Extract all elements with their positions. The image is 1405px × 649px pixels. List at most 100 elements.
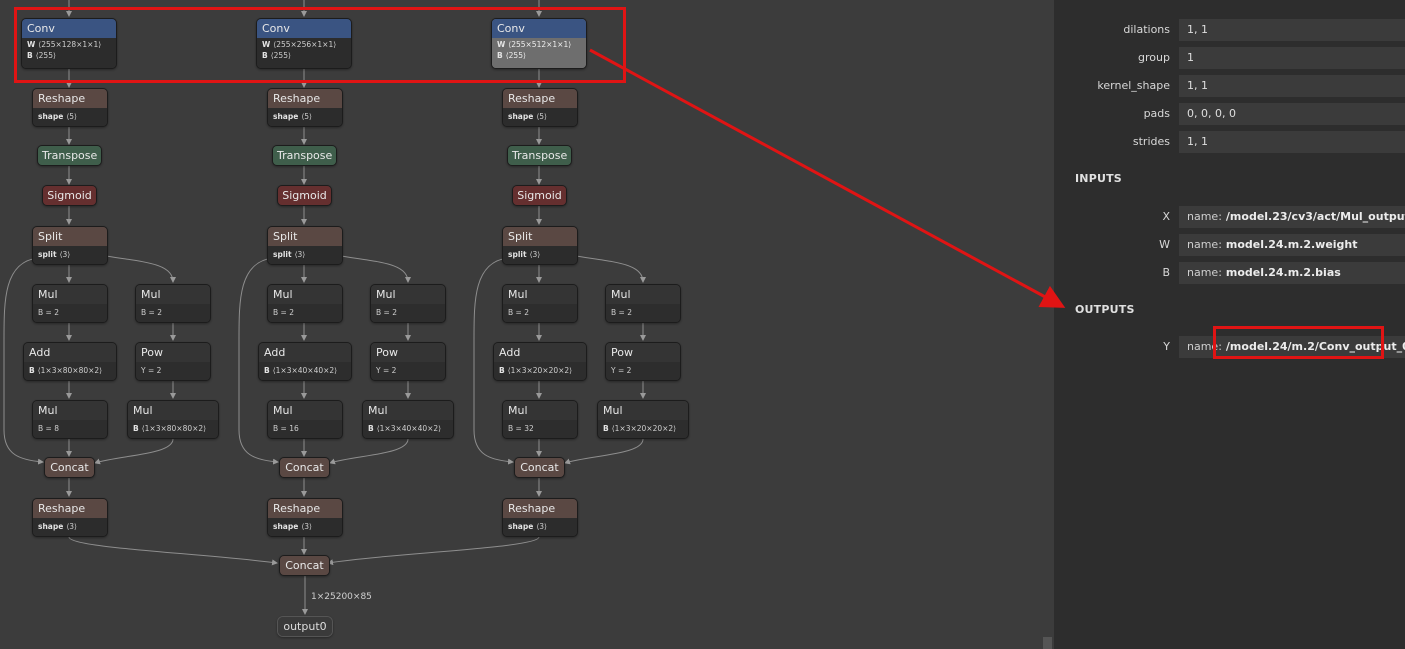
attribute-value[interactable]: 1, 1 <box>1179 75 1405 97</box>
attr-key: B <box>497 51 503 60</box>
mul-node[interactable]: Mul B ⟨1×3×20×20×2⟩ <box>597 400 689 439</box>
reshape-node[interactable]: Reshape shape ⟨3⟩ <box>32 498 108 537</box>
mul-node[interactable]: Mul B = 2 <box>135 284 211 323</box>
attr-key: B <box>264 366 270 375</box>
transpose-node[interactable]: Transpose <box>37 145 102 166</box>
reshape-node[interactable]: Reshape shape ⟨5⟩ <box>502 88 578 127</box>
attr-key: split <box>508 250 527 259</box>
concat-node[interactable]: Concat <box>514 457 565 478</box>
pow-node-attributes: Y = 2 <box>606 362 680 380</box>
mul-node-title: Mul <box>136 285 210 304</box>
pow-node-title: Pow <box>606 343 680 362</box>
add-node-title: Add <box>259 343 351 362</box>
mul-node[interactable]: Mul B ⟨1×3×80×80×2⟩ <box>127 400 219 439</box>
scrollbar-thumb[interactable] <box>1043 637 1052 649</box>
attr-value: ⟨1×3×20×20×2⟩ <box>507 366 573 375</box>
reshape-node[interactable]: Reshape shape ⟨5⟩ <box>32 88 108 127</box>
attribute-value[interactable]: 1 <box>1179 47 1405 69</box>
mul-node[interactable]: Mul B = 32 <box>502 400 578 439</box>
mul-node[interactable]: Mul B = 2 <box>267 284 343 323</box>
mul-node-attr-line: B = 2 <box>38 308 59 317</box>
pow-node[interactable]: Pow Y = 2 <box>370 342 446 381</box>
conv-node[interactable]: Conv W ⟨255×256×1×1⟩ B ⟨255⟩ <box>256 18 352 69</box>
concat-node[interactable]: Concat <box>279 457 330 478</box>
mul-node[interactable]: Mul B = 2 <box>605 284 681 323</box>
split-node[interactable]: Split split ⟨3⟩ <box>502 226 578 265</box>
input-name-value: model.24.m.2.bias <box>1225 266 1341 279</box>
conv-node[interactable]: Conv W ⟨255×512×1×1⟩ B ⟨255⟩ <box>491 18 587 69</box>
mul-node-attributes: B = 2 <box>606 304 680 322</box>
input-row-b: Bname: model.24.m.2.bias <box>1054 262 1405 284</box>
final-concat-node[interactable]: Concat <box>279 555 330 576</box>
reshape-node-attr-line: shape ⟨5⟩ <box>38 111 102 122</box>
reshape-node[interactable]: Reshape shape ⟨3⟩ <box>267 498 343 537</box>
attr-key: W <box>497 40 506 49</box>
reshape-node-attributes: shape ⟨3⟩ <box>33 518 107 536</box>
input-value-box[interactable]: name: model.24.m.2.weight <box>1179 234 1405 256</box>
mul-node[interactable]: Mul B = 2 <box>502 284 578 323</box>
mul-node-attr-line: B ⟨1×3×40×40×2⟩ <box>368 423 448 434</box>
mul-node-attr-line: B = 2 <box>376 308 397 317</box>
mul-node[interactable]: Mul B = 8 <box>32 400 108 439</box>
split-node[interactable]: Split split ⟨3⟩ <box>32 226 108 265</box>
split-node[interactable]: Split split ⟨3⟩ <box>267 226 343 265</box>
attr-value: ⟨255×512×1×1⟩ <box>508 40 572 49</box>
input-value-box[interactable]: name:/model.23/cv3/act/Mul_output_0 <box>1179 206 1405 228</box>
mul-node[interactable]: Mul B = 2 <box>370 284 446 323</box>
mul-node-attr-line: B ⟨1×3×80×80×2⟩ <box>133 423 213 434</box>
transpose-node[interactable]: Transpose <box>507 145 572 166</box>
reshape-node[interactable]: Reshape shape ⟨5⟩ <box>267 88 343 127</box>
attr-value: ⟨3⟩ <box>66 522 77 531</box>
sigmoid-node[interactable]: Sigmoid <box>512 185 567 206</box>
mul-node-attributes: B = 2 <box>33 304 107 322</box>
transpose-node-title: Transpose <box>273 146 336 165</box>
attr-value: ⟨1×3×40×40×2⟩ <box>376 424 442 433</box>
final-concat-node-title: Concat <box>280 556 329 575</box>
add-node[interactable]: Add B ⟨1×3×40×40×2⟩ <box>258 342 352 381</box>
attr-key: shape <box>273 522 299 531</box>
output-key: Y <box>1163 340 1170 353</box>
mul-node[interactable]: Mul B = 2 <box>32 284 108 323</box>
conv-node-attributes: W ⟨255×256×1×1⟩ B ⟨255⟩ <box>257 38 351 68</box>
pow-node[interactable]: Pow Y = 2 <box>605 342 681 381</box>
edge <box>329 438 409 465</box>
output-node[interactable]: output0 <box>277 616 333 637</box>
graph-canvas[interactable]: Conv W ⟨255×128×1×1⟩ B ⟨255⟩ Reshape shape ⟨5⟩ T… <box>0 0 1054 649</box>
output-name-label: name: <box>1187 340 1222 353</box>
mul-node-title: Mul <box>33 285 107 304</box>
mul-node-title: Mul <box>598 401 688 420</box>
attr-value: ⟨1×3×20×20×2⟩ <box>611 424 677 433</box>
mul-node[interactable]: Mul B ⟨1×3×40×40×2⟩ <box>362 400 454 439</box>
attr-key: B <box>603 424 609 433</box>
attribute-value[interactable]: 0, 0, 0, 0 <box>1179 103 1405 125</box>
pow-node-title: Pow <box>136 343 210 362</box>
mul-node[interactable]: Mul B = 16 <box>267 400 343 439</box>
output-value-box[interactable]: name:/model.24/m.2/Conv_output_0 <box>1179 336 1405 358</box>
split-node-title: Split <box>503 227 577 246</box>
split-node-attr-line: split ⟨3⟩ <box>38 249 102 260</box>
pow-node[interactable]: Pow Y = 2 <box>135 342 211 381</box>
reshape-node[interactable]: Reshape shape ⟨3⟩ <box>502 498 578 537</box>
add-node[interactable]: Add B ⟨1×3×80×80×2⟩ <box>23 342 117 381</box>
concat-node[interactable]: Concat <box>44 457 95 478</box>
add-node[interactable]: Add B ⟨1×3×20×20×2⟩ <box>493 342 587 381</box>
mul-node-attributes: B = 2 <box>136 304 210 322</box>
attr-value: ⟨255×256×1×1⟩ <box>273 40 337 49</box>
mul-node-title: Mul <box>33 401 107 420</box>
attribute-value[interactable]: 1, 1 <box>1179 131 1405 153</box>
attr-key: shape <box>38 112 64 121</box>
sigmoid-node[interactable]: Sigmoid <box>277 185 332 206</box>
sigmoid-node[interactable]: Sigmoid <box>42 185 97 206</box>
conv-node[interactable]: Conv W ⟨255×128×1×1⟩ B ⟨255⟩ <box>21 18 117 69</box>
attribute-value[interactable]: 1, 1 <box>1179 19 1405 41</box>
output-node-title: output0 <box>278 617 332 636</box>
mul-node-title: Mul <box>371 285 445 304</box>
add-node-attributes: B ⟨1×3×40×40×2⟩ <box>259 362 351 380</box>
mul-node-attr-line: B = 2 <box>611 308 632 317</box>
conv-node-attr-line: B ⟨255⟩ <box>262 50 346 61</box>
reshape-node-attributes: shape ⟨3⟩ <box>503 518 577 536</box>
transpose-node[interactable]: Transpose <box>272 145 337 166</box>
input-value-box[interactable]: name: model.24.m.2.bias <box>1179 262 1405 284</box>
attr-value: ⟨5⟩ <box>536 112 547 121</box>
input-key: W <box>1159 238 1170 251</box>
